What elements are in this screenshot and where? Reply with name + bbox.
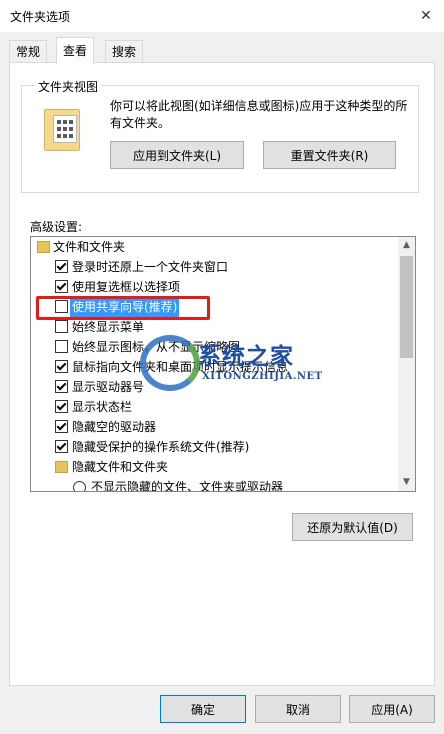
tab-search[interactable]: 搜索: [105, 40, 144, 63]
folder-views-label: 文件夹视图: [35, 78, 102, 95]
cancel-button[interactable]: 取消: [255, 695, 341, 723]
tab-general[interactable]: 常规: [9, 40, 48, 63]
reset-folders-button[interactable]: 重置文件夹(R): [263, 141, 396, 169]
scroll-down-icon[interactable]: ▼: [398, 474, 415, 491]
tab-view[interactable]: 查看: [56, 37, 95, 64]
folder-grid-icon: [44, 109, 80, 151]
advanced-settings-label: 高级设置:: [30, 220, 83, 234]
checkbox[interactable]: [55, 360, 68, 373]
title-bar: 文件夹选项 ✕: [0, 0, 444, 32]
radio-button[interactable]: [73, 481, 86, 491]
annotation-highlight-box: [36, 296, 210, 320]
checkbox[interactable]: [55, 400, 68, 413]
window-title: 文件夹选项: [10, 10, 71, 24]
apply-button[interactable]: 应用(A): [349, 695, 435, 723]
checkbox[interactable]: [55, 420, 68, 433]
folder-icon: [37, 241, 50, 253]
checkbox[interactable]: [55, 260, 68, 273]
checkbox[interactable]: [55, 280, 68, 293]
checkbox[interactable]: [55, 340, 68, 353]
folder-icon: [55, 461, 68, 473]
close-icon[interactable]: ✕: [414, 4, 438, 28]
apply-to-folders-button[interactable]: 应用到文件夹(L): [110, 141, 244, 169]
restore-defaults-button[interactable]: 还原为默认值(D): [292, 513, 413, 541]
ok-button[interactable]: 确定: [160, 695, 246, 723]
checkbox[interactable]: [55, 380, 68, 393]
checkbox[interactable]: [55, 320, 68, 333]
scroll-up-icon[interactable]: ▲: [398, 237, 415, 254]
list-scrollbar[interactable]: ▲ ▼: [398, 237, 415, 491]
scroll-thumb[interactable]: [400, 256, 413, 358]
folder-views-description: 你可以将此视图(如详细信息或图标)应用于这种类型的所有文件夹。: [110, 99, 408, 130]
checkbox[interactable]: [55, 440, 68, 453]
advanced-settings-list[interactable]: 文件和文件夹 登录时还原上一个文件夹窗口 使用复选框以选择项 使用共享向导(推荐…: [30, 236, 416, 492]
